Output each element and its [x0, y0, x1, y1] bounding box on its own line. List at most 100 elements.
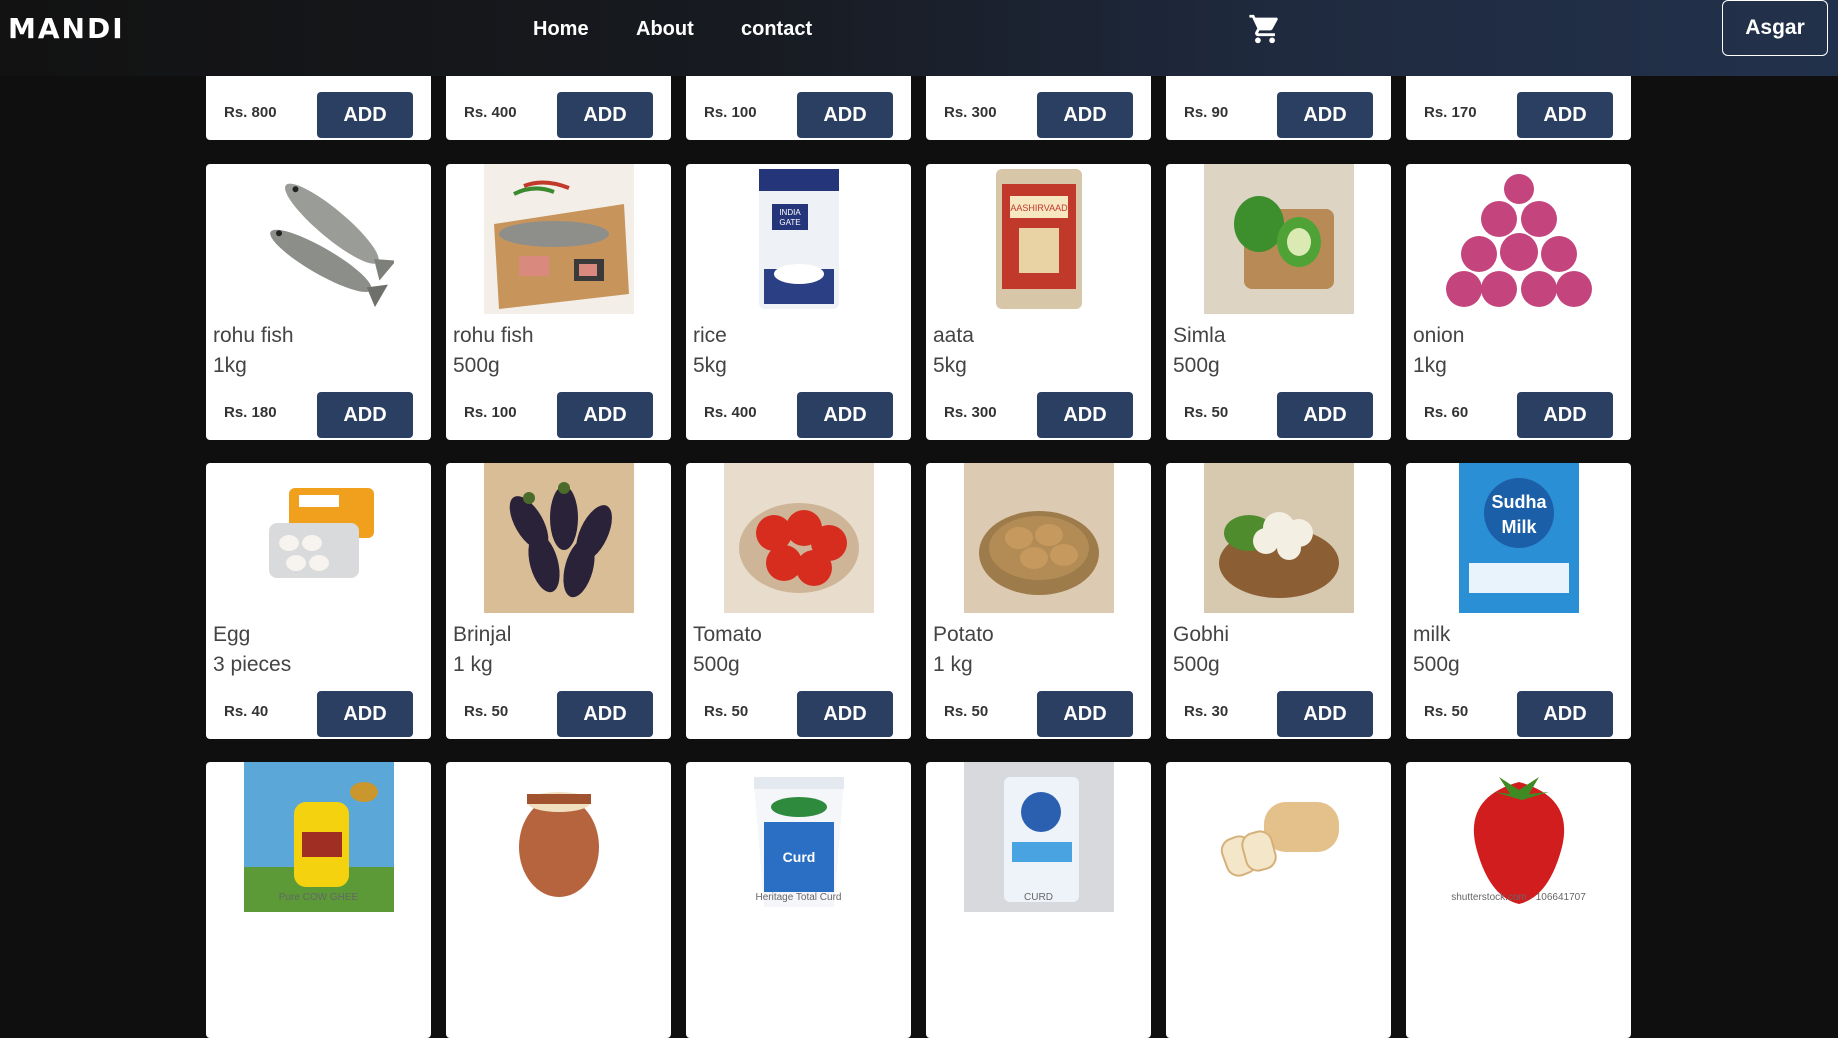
product-card: Brinjal 1 kg Rs. 50 ADD	[446, 463, 671, 739]
product-image	[926, 463, 1151, 613]
rice-bag-image: INDIAGATE	[758, 169, 839, 309]
product-price: Rs. 100	[704, 104, 757, 121]
svg-text:Milk: Milk	[1501, 517, 1537, 537]
logo[interactable]: MANDI	[8, 12, 125, 45]
product-card: rohu fish 500g Rs. 100 ADD	[446, 164, 671, 440]
product-card: Potato 1 kg Rs. 50 ADD	[926, 463, 1151, 739]
product-price: Rs. 50	[1184, 404, 1229, 421]
product-card: Sudha Milk milk 500g Rs. 50 ADD	[1406, 463, 1631, 739]
product-name: Gobhi	[1173, 623, 1230, 646]
potato-image	[963, 463, 1114, 613]
add-to-cart-button[interactable]: ADD	[1037, 392, 1133, 438]
add-to-cart-button[interactable]: ADD	[1517, 92, 1613, 138]
add-to-cart-button[interactable]: ADD	[317, 92, 413, 138]
product-quantity: 1 kg	[453, 653, 493, 676]
product-name: onion	[1413, 324, 1465, 347]
add-to-cart-button[interactable]: ADD	[557, 92, 653, 138]
cauliflower-image	[1203, 463, 1354, 613]
product-quantity: 500g	[1413, 653, 1460, 676]
add-to-cart-button[interactable]: ADD	[1277, 392, 1373, 438]
strawberry-image	[1473, 777, 1564, 904]
add-to-cart-button[interactable]: ADD	[317, 691, 413, 737]
add-to-cart-button[interactable]: ADD	[1037, 92, 1133, 138]
product-price: Rs. 40	[224, 703, 269, 720]
product-price: Rs. 30	[1184, 703, 1229, 720]
product-quantity: 1 kg	[933, 653, 973, 676]
navbar: MANDI Home About contact Asgar	[0, 0, 1838, 76]
product-card: AASHIRVAAD aata 5kg Rs. 300 ADD	[926, 164, 1151, 440]
add-to-cart-button[interactable]: ADD	[797, 92, 893, 138]
fish-image	[269, 183, 394, 308]
product-grid: Rs. 800 ADD Rs. 400 ADD Rs. 100 ADD Rs. 300 ADD…	[0, 0, 1838, 1038]
product-image-label: shutterstock.com · 106641707	[1451, 892, 1586, 903]
product-quantity: 500g	[1173, 354, 1220, 377]
product-price: Rs. 400	[704, 404, 757, 421]
product-card: Curd Heritage Total Curd	[686, 762, 911, 1038]
product-quantity: 500g	[1173, 653, 1220, 676]
product-name: rohu fish	[213, 324, 294, 347]
svg-text:INDIA: INDIA	[779, 208, 801, 217]
add-to-cart-button[interactable]: ADD	[317, 392, 413, 438]
add-to-cart-button[interactable]: ADD	[1277, 691, 1373, 737]
product-quantity: 1kg	[213, 354, 247, 377]
product-price: Rs. 50	[704, 703, 749, 720]
product-image	[1166, 463, 1391, 613]
product-image	[206, 164, 431, 314]
user-account-button[interactable]: Asgar	[1722, 0, 1828, 56]
nav-about-link[interactable]: About	[636, 18, 694, 41]
shopping-cart-icon[interactable]	[1248, 12, 1282, 46]
add-to-cart-button[interactable]: ADD	[1517, 691, 1613, 737]
product-card	[1166, 762, 1391, 1038]
product-name: rohu fish	[453, 324, 534, 347]
product-price: Rs. 50	[464, 703, 509, 720]
svg-text:Curd: Curd	[782, 849, 815, 865]
product-price: Rs. 300	[944, 104, 997, 121]
product-image	[686, 463, 911, 613]
product-card: shutterstock.com · 106641707	[1406, 762, 1631, 1038]
product-image	[1166, 762, 1391, 912]
product-quantity: 1kg	[1413, 354, 1447, 377]
svg-text:Sudha: Sudha	[1491, 492, 1547, 512]
product-price: Rs. 90	[1184, 104, 1229, 121]
add-to-cart-button[interactable]: ADD	[1037, 691, 1133, 737]
product-price: Rs. 170	[1424, 104, 1477, 121]
aata-bag-image: AASHIRVAAD	[995, 169, 1082, 309]
product-image	[1166, 164, 1391, 314]
product-card: INDIA GATE rice 5kg Rs. 400 ADD	[686, 164, 911, 440]
add-to-cart-button[interactable]: ADD	[557, 392, 653, 438]
add-to-cart-button[interactable]: ADD	[1517, 392, 1613, 438]
product-image: Curd	[686, 762, 911, 912]
add-to-cart-button[interactable]: ADD	[797, 392, 893, 438]
product-price: Rs. 300	[944, 404, 997, 421]
product-price: Rs. 180	[224, 404, 277, 421]
curd-packet-image	[963, 762, 1114, 912]
product-card: onion 1kg Rs. 60 ADD	[1406, 164, 1631, 440]
product-card: Pure COW GHEE	[206, 762, 431, 1038]
product-card: rohu fish 1kg Rs. 180 ADD	[206, 164, 431, 440]
product-quantity: 5kg	[693, 354, 727, 377]
product-image: INDIA GATE	[686, 164, 911, 314]
product-image-label: Heritage Total Curd	[755, 892, 842, 903]
product-quantity: 500g	[453, 354, 500, 377]
brinjal-image	[483, 463, 634, 613]
navbar-background	[0, 0, 1838, 76]
product-image	[926, 762, 1151, 912]
add-to-cart-button[interactable]: ADD	[557, 691, 653, 737]
product-price: Rs. 100	[464, 404, 517, 421]
product-image-label: Pure COW GHEE	[278, 892, 359, 903]
fish-board-image	[483, 164, 634, 314]
nav-contact-link[interactable]: contact	[741, 18, 812, 41]
product-image	[446, 164, 671, 314]
product-image	[1406, 164, 1631, 314]
product-name: milk	[1413, 623, 1451, 646]
nav-home-link[interactable]: Home	[533, 18, 589, 41]
product-image	[206, 463, 431, 613]
product-card: Gobhi 500g Rs. 30 ADD	[1166, 463, 1391, 739]
product-card: Tomato 500g Rs. 50 ADD	[686, 463, 911, 739]
product-name: Egg	[213, 623, 251, 646]
curd-cup-image: Curd	[753, 777, 844, 907]
add-to-cart-button[interactable]: ADD	[1277, 92, 1373, 138]
product-name: Simla	[1173, 324, 1226, 347]
add-to-cart-button[interactable]: ADD	[797, 691, 893, 737]
svg-text:AASHIRVAAD: AASHIRVAAD	[1010, 203, 1068, 213]
